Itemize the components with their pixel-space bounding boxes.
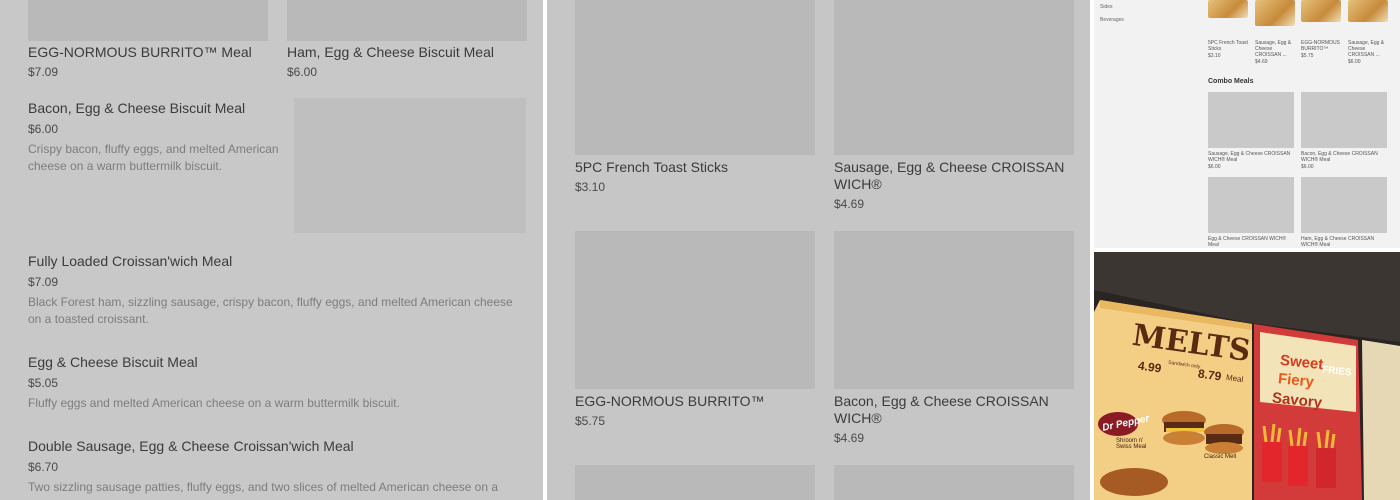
menu-item-image[interactable] bbox=[1348, 0, 1388, 22]
menu-panel-grid: 5PC French Toast Sticks $3.10 Sausage, E… bbox=[547, 0, 1090, 500]
menu-item-image[interactable] bbox=[575, 465, 815, 500]
sidebar-item-sides[interactable]: Sides bbox=[1100, 4, 1113, 10]
menu-item-image[interactable] bbox=[1208, 0, 1248, 18]
sidebar-item-beverages[interactable]: Beverages bbox=[1100, 17, 1124, 23]
menu-item-price: $5.05 bbox=[28, 376, 59, 390]
menu-item-name[interactable]: Sausage, Egg & Cheese CROISSAN ... bbox=[1255, 40, 1297, 58]
menu-item-name[interactable]: Sausage, Egg & Cheese CROISSAN ... bbox=[1348, 40, 1390, 58]
menu-item-name[interactable]: Bacon, Egg & Cheese Biscuit Meal bbox=[28, 100, 245, 116]
menu-item-description: Two sizzling sausage patties, fluffy egg… bbox=[28, 480, 499, 494]
board-item-label: Shroom n' Swiss Meal bbox=[1116, 438, 1147, 450]
menu-item-image[interactable] bbox=[1255, 0, 1295, 26]
menu-item-image[interactable] bbox=[28, 0, 268, 41]
menu-item-name[interactable]: Bacon, Egg & Cheese CROISSAN WICH® bbox=[834, 393, 1074, 427]
menu-panel-combo-meals: EGG-NORMOUS BURRITO™ Meal $7.09 Ham, Egg… bbox=[0, 0, 543, 500]
menu-item-name[interactable]: Ham, Egg & Cheese Biscuit Meal bbox=[287, 44, 494, 60]
menu-item-image[interactable] bbox=[1301, 0, 1341, 22]
menu-item-name[interactable]: Bacon, Egg & Cheese CROISSAN WICH® Meal bbox=[1301, 151, 1387, 163]
menu-item-price: $4.69 bbox=[834, 197, 865, 211]
menu-item-description: Crispy bacon, fluffy eggs, and melted Am… bbox=[28, 142, 279, 173]
board-text-fiery: Fiery bbox=[1277, 370, 1315, 391]
menu-page-thumbnail: Sides Beverages 5PC French Toast Sticks … bbox=[1094, 0, 1400, 248]
menu-item-name[interactable]: Double Sausage, Egg & Cheese Croissan'wi… bbox=[28, 438, 354, 454]
menu-item-price: $6.00 bbox=[287, 65, 318, 79]
menu-item-image[interactable] bbox=[834, 231, 1074, 389]
menu-item-image[interactable] bbox=[834, 0, 1074, 155]
menu-item-image[interactable] bbox=[1301, 177, 1387, 233]
menu-item-description: Black Forest ham, sizzling sausage, cris… bbox=[28, 295, 513, 326]
menu-board-illustration bbox=[1094, 252, 1400, 500]
menu-item-image[interactable] bbox=[575, 0, 815, 155]
menu-item-description: Fluffy eggs and melted American cheese o… bbox=[28, 396, 400, 410]
menu-item-price: $5.75 bbox=[1301, 53, 1314, 59]
menu-item-price: $6.70 bbox=[28, 460, 59, 474]
menu-item-price: $7.09 bbox=[28, 65, 59, 79]
menu-item-name[interactable]: Ham, Egg & Cheese CROISSAN WICH® Meal bbox=[1301, 236, 1387, 248]
menu-item-image[interactable] bbox=[1301, 92, 1387, 148]
menu-item-name[interactable]: EGG-NORMOUS BURRITO™ bbox=[1301, 40, 1343, 52]
menu-item-price: $6.00 bbox=[1208, 164, 1221, 170]
menu-item-price: $6.00 bbox=[1301, 164, 1314, 170]
menu-item-name[interactable]: Fully Loaded Croissan'wich Meal bbox=[28, 253, 232, 269]
menu-item-name[interactable]: EGG-NORMOUS BURRITO™ Meal bbox=[28, 44, 252, 60]
menu-item-name[interactable]: Egg & Cheese CROISSAN WICH® Meal bbox=[1208, 236, 1294, 248]
menu-item-price: $3.10 bbox=[1208, 53, 1221, 59]
menu-item-name[interactable]: EGG-NORMOUS BURRITO™ bbox=[575, 393, 765, 409]
menu-item-image[interactable] bbox=[834, 465, 1074, 500]
menu-item-image[interactable] bbox=[287, 0, 527, 41]
menu-item-name[interactable]: Sausage, Egg & Cheese CROISSAN WICH® bbox=[834, 159, 1074, 193]
menu-item-image[interactable] bbox=[294, 98, 526, 233]
menu-item-name[interactable]: Egg & Cheese Biscuit Meal bbox=[28, 354, 198, 370]
menu-item-price: $6.00 bbox=[28, 122, 59, 136]
menu-item-name[interactable]: 5PC French Toast Sticks bbox=[1208, 40, 1250, 52]
menu-item-price: $6.00 bbox=[1348, 59, 1361, 65]
menu-board-photo: MELTS 4.99 Sandwich only 8.79 Meal Dr Pe… bbox=[1094, 252, 1400, 500]
menu-item-price: $4.69 bbox=[834, 431, 865, 445]
menu-item-price: $5.75 bbox=[575, 414, 606, 428]
menu-item-name[interactable]: Sausage, Egg & Cheese CROISSAN WICH® Mea… bbox=[1208, 151, 1294, 163]
menu-item-image[interactable] bbox=[575, 231, 815, 389]
menu-item-price: $3.10 bbox=[575, 180, 606, 194]
menu-item-price: $7.09 bbox=[28, 275, 59, 289]
section-title: Combo Meals bbox=[1208, 78, 1254, 85]
menu-item-name[interactable]: 5PC French Toast Sticks bbox=[575, 159, 728, 175]
menu-item-image[interactable] bbox=[1208, 92, 1294, 148]
menu-item-image[interactable] bbox=[1208, 177, 1294, 233]
board-item-label: Classic Melt bbox=[1204, 454, 1237, 460]
menu-item-price: $4.69 bbox=[1255, 59, 1268, 65]
